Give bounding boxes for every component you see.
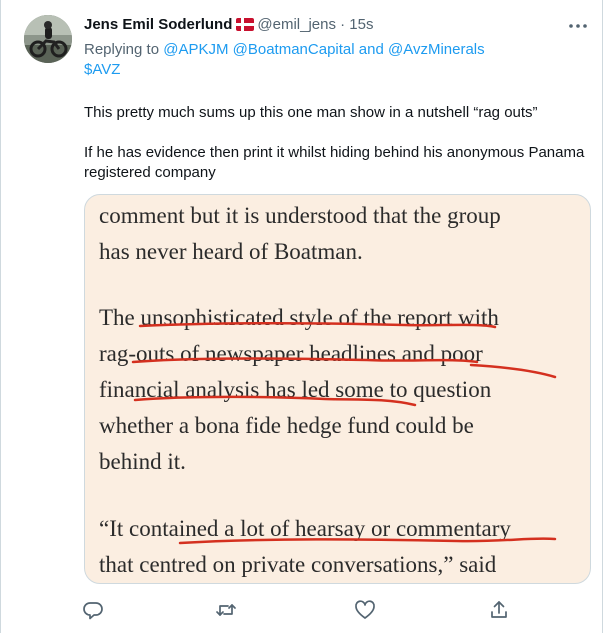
tweet-text-paragraph: This pretty much sums up this one man sh… — [84, 104, 538, 121]
tweet-time[interactable]: · 15s — [340, 16, 373, 33]
denmark-flag-icon — [236, 17, 255, 37]
tweet-action-bar — [0, 596, 611, 624]
heart-icon[interactable] — [353, 598, 377, 622]
mention-link[interactable]: @AvzMinerals — [388, 41, 485, 58]
replying-to: Replying to @APKJM @BoatmanCapital and @… — [84, 40, 584, 80]
author-handle[interactable]: @emil_jens — [257, 16, 336, 33]
red-underline-annotations — [131, 321, 557, 545]
mention-and[interactable]: and — [359, 41, 384, 58]
share-icon[interactable] — [487, 598, 511, 622]
mention-link[interactable]: @APKJM — [163, 41, 228, 58]
tweet-text-line: If he has evidence then print it whilst … — [84, 144, 585, 161]
timeline-border-left — [0, 0, 1, 633]
mention-link[interactable]: @BoatmanCapital — [233, 41, 355, 58]
tweet-header: Jens Emil Soderlund @emil_jens · 15s — [84, 15, 571, 35]
reply-icon[interactable] — [81, 598, 105, 622]
more-icon[interactable] — [566, 14, 590, 38]
tweet-image[interactable]: comment but it is understood that the gr… — [84, 194, 591, 584]
tweet-text-line: registered company — [84, 164, 216, 181]
timeline-border-right — [602, 0, 603, 633]
author-name[interactable]: Jens Emil Soderlund — [84, 16, 232, 33]
retweet-icon[interactable] — [214, 598, 238, 622]
cashtag-link[interactable]: $AVZ — [84, 61, 120, 78]
replying-to-label: Replying to — [84, 41, 160, 58]
tweet-text-paragraph: If he has evidence then print it whilst … — [84, 143, 594, 183]
avatar[interactable] — [24, 15, 72, 63]
